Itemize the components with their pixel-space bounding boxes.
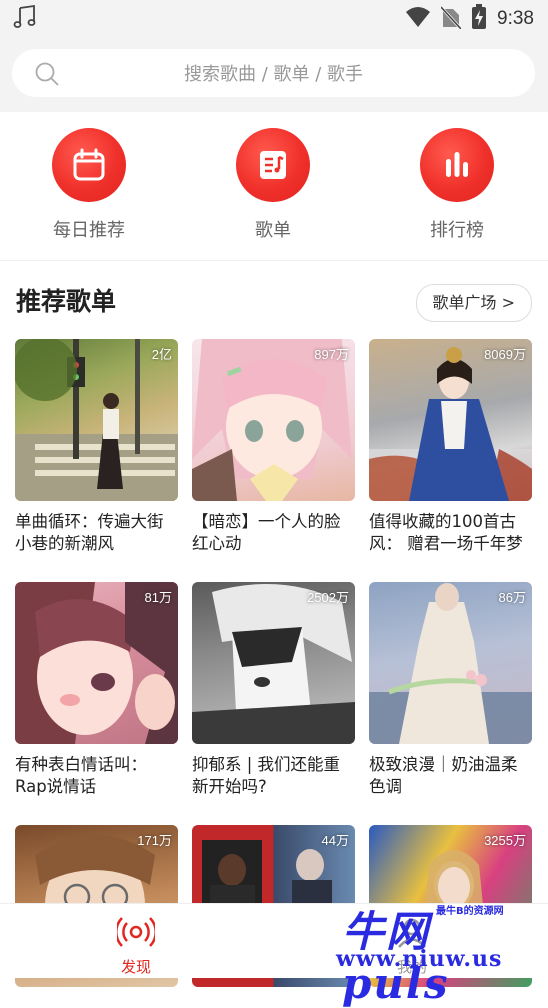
playlist-cover: 2亿 — [15, 339, 178, 501]
daily-recommend-button[interactable]: 每日推荐 — [29, 128, 149, 242]
play-count: 3255万 — [484, 833, 526, 848]
playlist-cover: 8069万 — [369, 339, 532, 501]
playlist-title: 单曲循环：传遍大街小巷的新潮风 — [15, 512, 164, 553]
playlist-card[interactable]: 8069万 值得收藏的100首古风： 赠君一场千年梦 — [369, 339, 532, 555]
play-count: 44万 — [321, 833, 349, 848]
play-count: 81万 — [144, 590, 172, 605]
play-count: 171万 — [137, 833, 172, 848]
section-title: 推荐歌单 — [16, 287, 117, 316]
playlist-card[interactable]: 2502万 抑郁系 | 我们还能重新开始吗? — [192, 582, 355, 798]
playlist-title: 极致浪漫｜奶油温柔色调 — [369, 755, 518, 796]
music-note-icon — [12, 4, 38, 34]
playlist-title: 【暗恋】一个人的脸红心动 — [192, 512, 341, 553]
radio-wave-icon — [86, 914, 186, 954]
search-input[interactable]: 搜索歌曲 / 歌单 / 歌手 — [12, 49, 535, 97]
battery-charging-icon — [471, 4, 487, 34]
playlist-card[interactable]: 81万 有种表白情话叫：Rap说情话 — [15, 582, 178, 798]
playlist-card[interactable]: 897万 【暗恋】一个人的脸红心动 — [192, 339, 355, 555]
playlist-cover: 897万 — [192, 339, 355, 501]
play-count: 897万 — [314, 347, 349, 362]
playlist-square-button[interactable]: 歌单广场 > — [415, 284, 532, 322]
playlist-title: 值得收藏的100首古风： 赠君一场千年梦 — [369, 512, 523, 553]
charts-label: 排行榜 — [430, 220, 484, 241]
watermark: 牛网puls 最牛B的资源网 www.niuw.us — [336, 898, 536, 1008]
playlist-icon — [236, 128, 310, 202]
playlist-card[interactable]: 86万 极致浪漫｜奶油温柔色调 — [369, 582, 532, 798]
watermark-tagline: 最牛B的资源网 — [436, 906, 504, 917]
play-count: 2502万 — [307, 590, 349, 605]
search-placeholder: 搜索歌曲 / 歌单 / 歌手 — [183, 64, 363, 85]
playlist-card[interactable]: 2亿 单曲循环：传遍大街小巷的新潮风 — [15, 339, 178, 555]
watermark-url: www.niuw.us — [336, 946, 503, 972]
nav-discover-label: 发现 — [120, 958, 151, 976]
playlist-cover: 2502万 — [192, 582, 355, 744]
charts-button[interactable]: 排行榜 — [397, 128, 517, 242]
playlist-label: 歌单 — [255, 220, 291, 241]
playlist-cover: 86万 — [369, 582, 532, 744]
status-bar: 9:38 — [0, 0, 548, 34]
playlist-button[interactable]: 歌单 — [213, 128, 333, 242]
calendar-icon — [52, 128, 126, 202]
playlist-title: 有种表白情话叫：Rap说情话 — [15, 755, 147, 796]
search-bar-area: 搜索歌曲 / 歌单 / 歌手 — [0, 34, 548, 112]
daily-recommend-label: 每日推荐 — [53, 220, 125, 241]
clock-time: 9:38 — [497, 8, 534, 29]
playlist-title: 抑郁系 | 我们还能重新开始吗? — [192, 755, 341, 796]
search-icon — [34, 61, 60, 91]
nav-discover[interactable]: 发现 — [86, 914, 186, 977]
no-sim-icon — [439, 5, 463, 33]
play-count: 86万 — [498, 590, 526, 605]
wifi-icon — [405, 6, 431, 32]
playlist-cover: 81万 — [15, 582, 178, 744]
quick-entries: 每日推荐 歌单 排行榜 — [0, 112, 548, 261]
play-count: 8069万 — [484, 347, 526, 362]
play-count: 2亿 — [151, 347, 172, 362]
recommended-playlists-header: 推荐歌单 歌单广场 > — [0, 262, 548, 334]
chart-bars-icon — [420, 128, 494, 202]
